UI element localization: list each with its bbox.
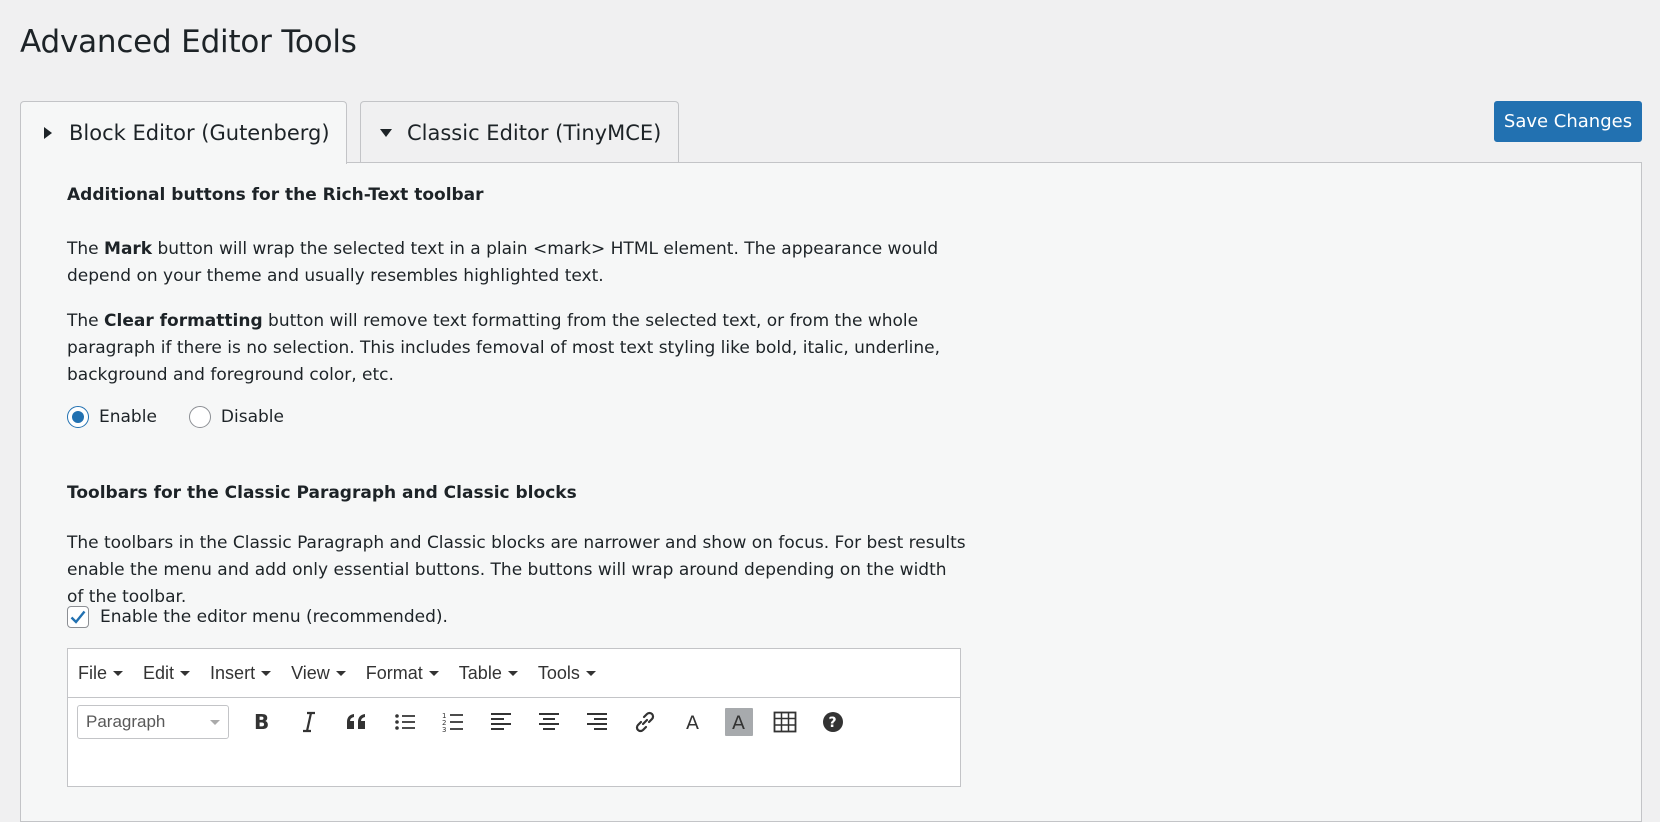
save-changes-button[interactable]: Save Changes [1494, 101, 1642, 142]
chevron-down-icon [428, 670, 439, 676]
menu-tools[interactable]: Tools [538, 663, 596, 684]
svg-text:?: ? [829, 715, 837, 731]
tab-label: Block Editor (Gutenberg) [69, 121, 330, 145]
help-icon[interactable]: ? [817, 706, 849, 738]
triangle-right-icon [41, 126, 55, 140]
enable-disable-radio-group: Enable Disable [67, 406, 316, 428]
radio-disable[interactable] [188, 406, 211, 428]
bullet-list-icon[interactable] [389, 706, 421, 738]
align-right-icon[interactable] [581, 706, 613, 738]
chevron-down-icon [507, 670, 518, 676]
menu-edit[interactable]: Edit [143, 663, 191, 684]
page-title: Advanced Editor Tools [20, 24, 357, 60]
section-heading-rich-text: Additional buttons for the Rich-Text too… [67, 185, 484, 205]
chevron-down-icon [261, 670, 272, 676]
format-select[interactable]: Paragraph [77, 705, 229, 739]
link-icon[interactable] [629, 706, 661, 738]
italic-icon[interactable] [293, 706, 325, 738]
checkmark-icon [70, 610, 86, 624]
menu-format[interactable]: Format [366, 663, 439, 684]
chevron-down-icon [585, 670, 596, 676]
menu-insert[interactable]: Insert [210, 663, 272, 684]
svg-text:A: A [732, 712, 745, 733]
align-center-icon[interactable] [533, 706, 565, 738]
editor-preview: File Edit Insert View Format Table Tools… [67, 648, 961, 787]
section-heading-classic-toolbars: Toolbars for the Classic Paragraph and C… [67, 483, 577, 503]
table-icon[interactable] [769, 706, 801, 738]
editor-menu-checkbox-row: Enable the editor menu (recommended). [67, 606, 448, 628]
menu-file[interactable]: File [78, 663, 124, 684]
radio-disable-label[interactable]: Disable [221, 407, 284, 427]
enable-editor-menu-checkbox[interactable] [67, 606, 89, 628]
tab-label: Classic Editor (TinyMCE) [407, 120, 662, 145]
svg-text:B: B [254, 711, 269, 733]
text-color-icon[interactable]: A [677, 706, 709, 738]
settings-panel: Additional buttons for the Rich-Text too… [20, 162, 1642, 822]
numbered-list-icon[interactable]: 123 [437, 706, 469, 738]
tab-classic-editor[interactable]: Classic Editor (TinyMCE) [360, 101, 679, 163]
tab-block-editor[interactable]: Block Editor (Gutenberg) [20, 101, 347, 164]
triangle-down-icon [379, 126, 393, 140]
editor-toolbar: Paragraph B 123 A A ? [68, 699, 960, 745]
bold-icon[interactable]: B [245, 706, 277, 738]
svg-text:3: 3 [442, 726, 446, 733]
svg-text:A: A [686, 712, 699, 733]
chevron-down-icon [113, 670, 124, 676]
radio-enable[interactable] [67, 406, 89, 428]
menu-table[interactable]: Table [459, 663, 518, 684]
background-color-icon[interactable]: A [725, 708, 753, 736]
chevron-down-icon [335, 670, 346, 676]
enable-editor-menu-label[interactable]: Enable the editor menu (recommended). [100, 607, 448, 627]
radio-enable-label[interactable]: Enable [99, 407, 157, 427]
editor-menubar: File Edit Insert View Format Table Tools [68, 649, 960, 698]
clear-formatting-description: The Clear formatting button will remove … [67, 311, 941, 385]
classic-toolbars-description: The toolbars in the Classic Paragraph an… [67, 533, 966, 607]
chevron-down-icon [180, 670, 191, 676]
align-left-icon[interactable] [485, 706, 517, 738]
mark-description: The Mark button will wrap the selected t… [67, 239, 939, 286]
chevron-down-icon [210, 719, 220, 725]
menu-view[interactable]: View [291, 663, 346, 684]
blockquote-icon[interactable] [341, 706, 373, 738]
